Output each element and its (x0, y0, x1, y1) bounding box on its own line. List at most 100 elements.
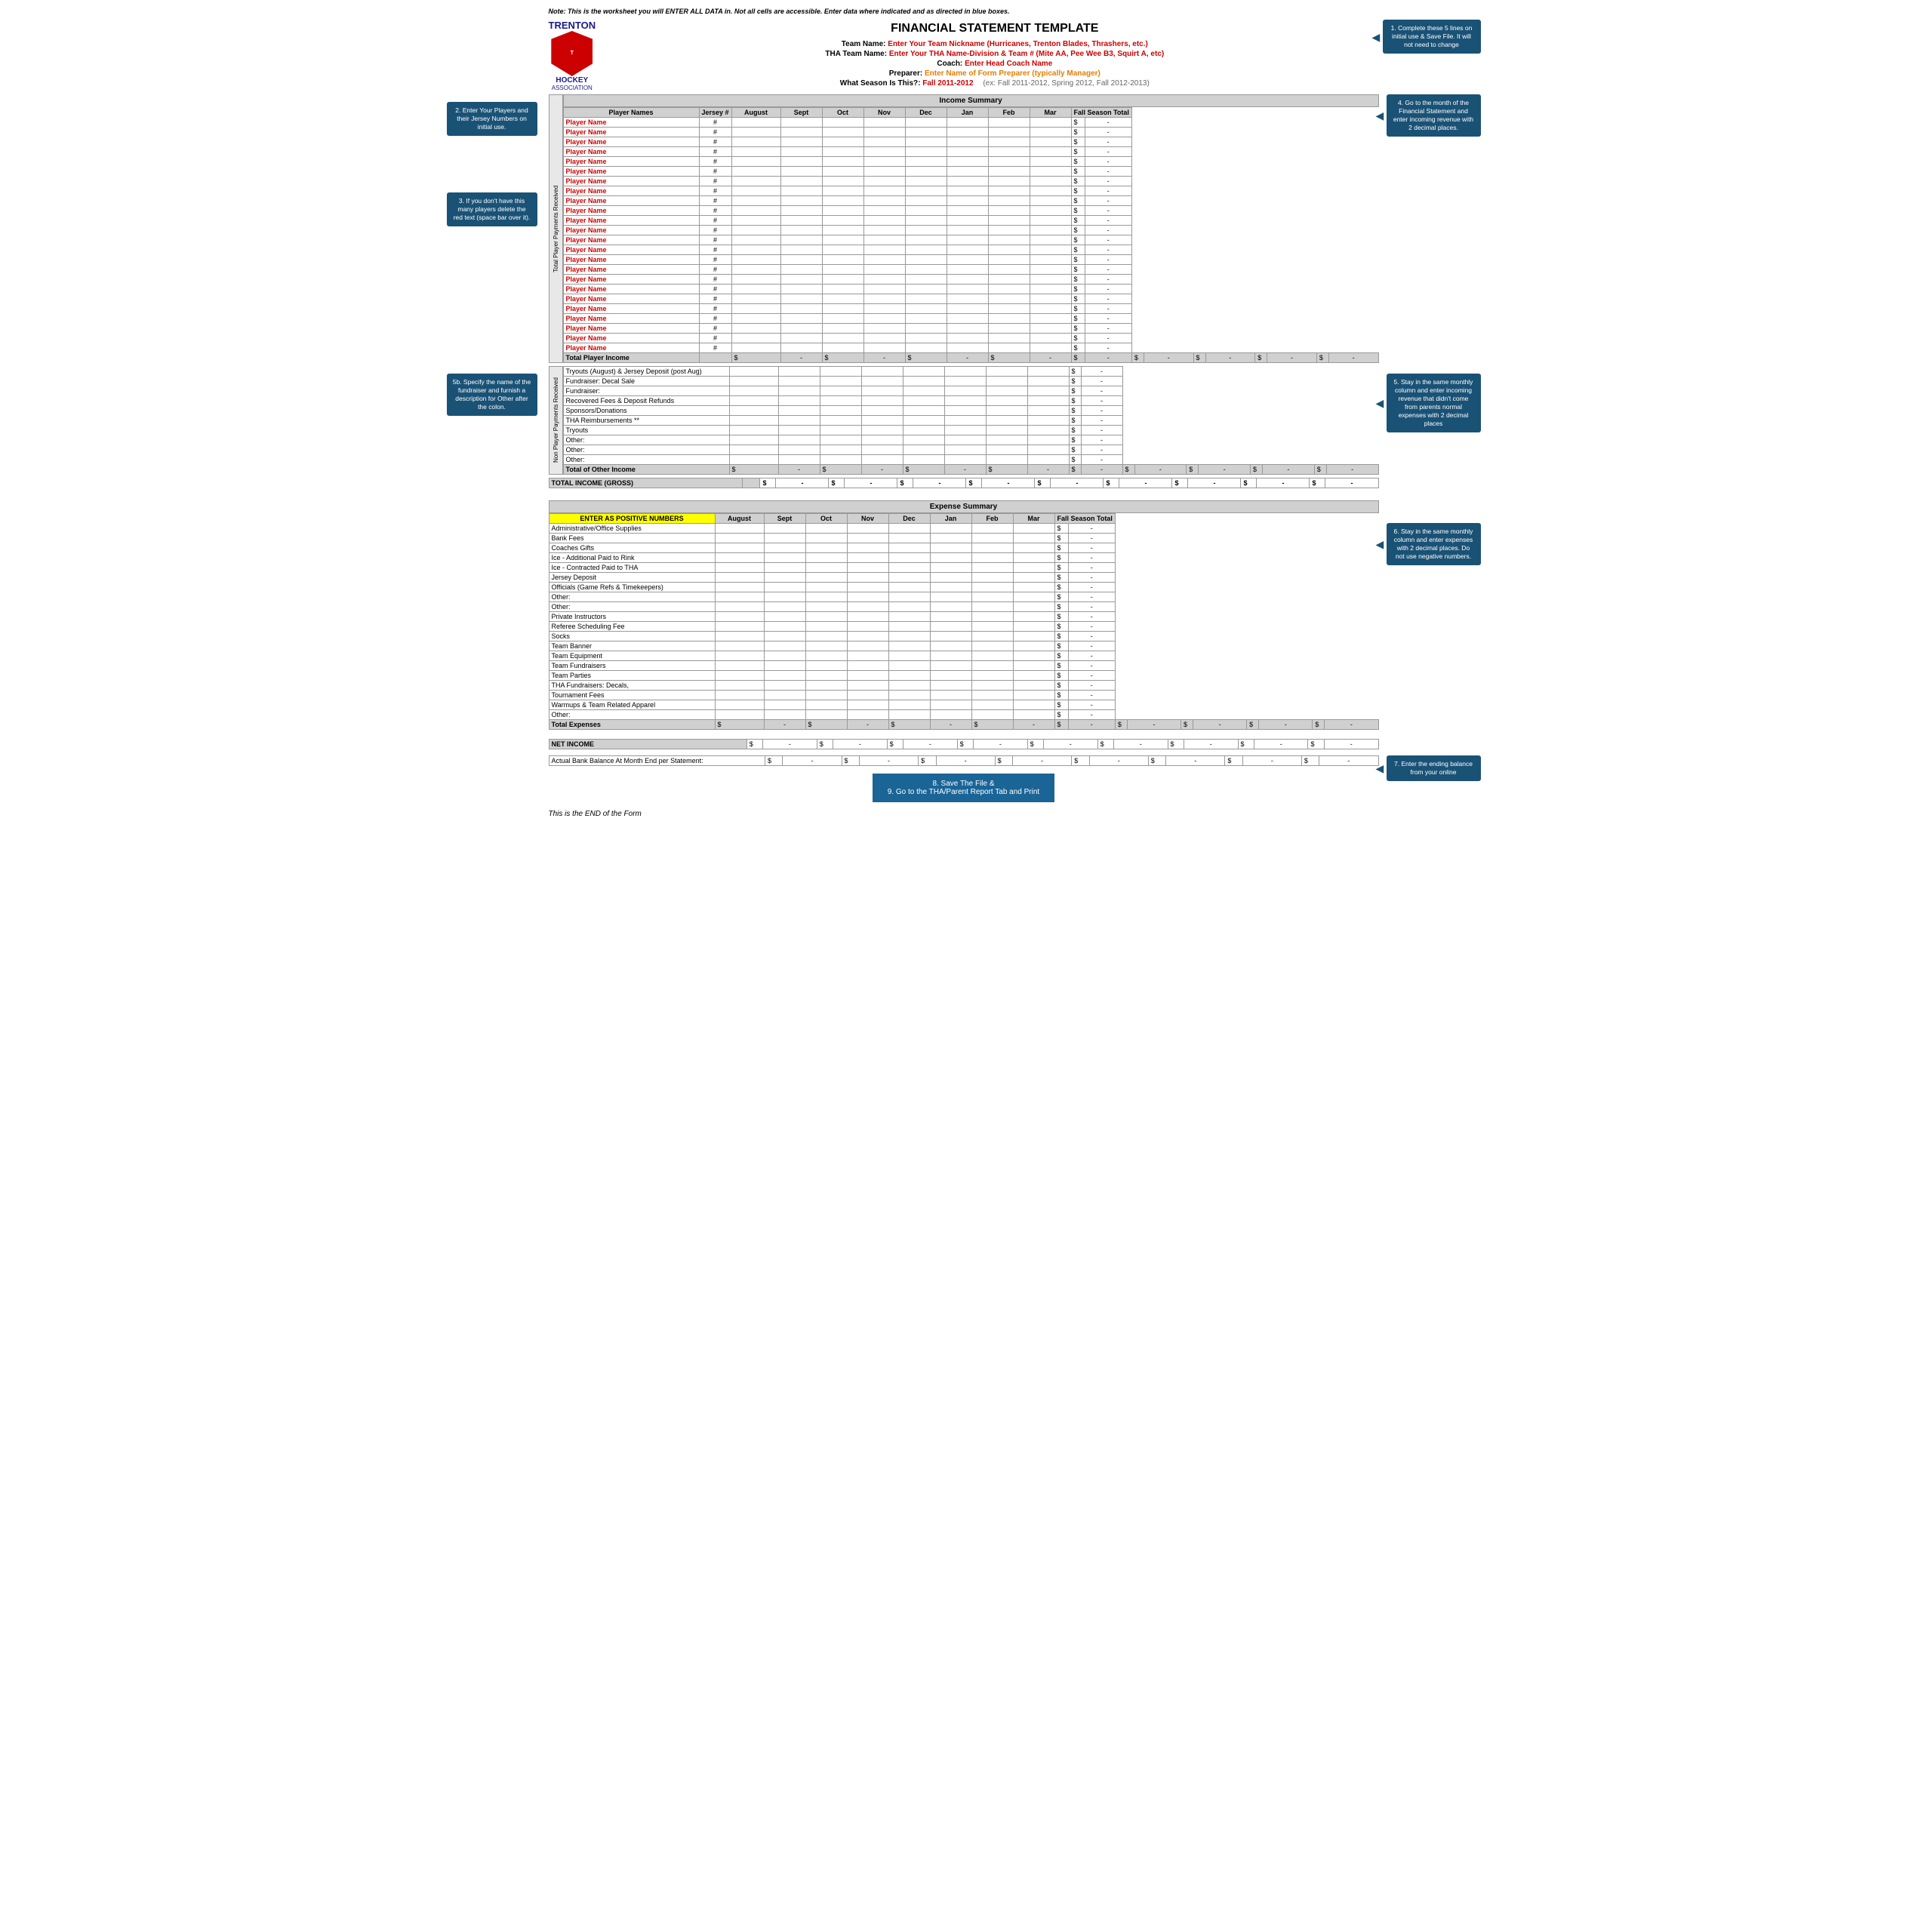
exp-sep[interactable] (764, 534, 805, 543)
other-jan[interactable] (944, 435, 986, 445)
feb-cell[interactable] (988, 324, 1030, 334)
sep-cell[interactable] (780, 255, 822, 265)
oct-cell[interactable] (822, 275, 863, 285)
exp-feb[interactable] (971, 534, 1013, 543)
dec-cell[interactable] (905, 285, 947, 294)
exp-oct[interactable] (805, 691, 847, 700)
sep-cell[interactable] (780, 186, 822, 196)
exp-mar[interactable] (1013, 543, 1054, 553)
oct-cell[interactable] (822, 167, 863, 177)
exp-dec[interactable] (888, 592, 930, 602)
exp-oct[interactable] (805, 622, 847, 632)
feb-cell[interactable] (988, 137, 1030, 147)
exp-aug[interactable] (715, 710, 764, 720)
other-oct[interactable] (820, 426, 861, 435)
aug-cell[interactable] (731, 235, 780, 245)
sep-cell[interactable] (780, 167, 822, 177)
exp-mar[interactable] (1013, 592, 1054, 602)
other-jan[interactable] (944, 416, 986, 426)
exp-jan[interactable] (930, 661, 971, 671)
aug-cell[interactable] (731, 304, 780, 314)
feb-cell[interactable] (988, 294, 1030, 304)
exp-dec[interactable] (888, 632, 930, 641)
exp-aug[interactable] (715, 592, 764, 602)
sep-cell[interactable] (780, 334, 822, 343)
mar-cell[interactable] (1030, 167, 1071, 177)
other-aug[interactable] (729, 377, 778, 386)
other-nov[interactable] (861, 406, 903, 416)
exp-nov[interactable] (847, 661, 888, 671)
sep-cell[interactable] (780, 216, 822, 226)
exp-mar[interactable] (1013, 524, 1054, 534)
exp-mar[interactable] (1013, 553, 1054, 563)
feb-cell[interactable] (988, 334, 1030, 343)
exp-feb[interactable] (971, 543, 1013, 553)
jan-cell[interactable] (947, 304, 988, 314)
mar-cell[interactable] (1030, 137, 1071, 147)
sep-cell[interactable] (780, 314, 822, 324)
exp-sep[interactable] (764, 583, 805, 592)
exp-jan[interactable] (930, 583, 971, 592)
nov-cell[interactable] (863, 177, 905, 186)
exp-mar[interactable] (1013, 700, 1054, 710)
oct-cell[interactable] (822, 216, 863, 226)
mar-cell[interactable] (1030, 206, 1071, 216)
other-jan[interactable] (944, 386, 986, 396)
exp-aug[interactable] (715, 573, 764, 583)
other-feb[interactable] (986, 367, 1027, 377)
exp-oct[interactable] (805, 700, 847, 710)
exp-feb[interactable] (971, 681, 1013, 691)
exp-sep[interactable] (764, 651, 805, 661)
mar-cell[interactable] (1030, 147, 1071, 157)
mar-cell[interactable] (1030, 196, 1071, 206)
oct-cell[interactable] (822, 137, 863, 147)
other-dec[interactable] (903, 416, 944, 426)
exp-jan[interactable] (930, 651, 971, 661)
feb-cell[interactable] (988, 245, 1030, 255)
sep-cell[interactable] (780, 324, 822, 334)
other-feb[interactable] (986, 435, 1027, 445)
exp-mar[interactable] (1013, 651, 1054, 661)
exp-nov[interactable] (847, 524, 888, 534)
exp-nov[interactable] (847, 543, 888, 553)
exp-sep[interactable] (764, 710, 805, 720)
dec-cell[interactable] (905, 216, 947, 226)
exp-oct[interactable] (805, 632, 847, 641)
sep-cell[interactable] (780, 206, 822, 216)
other-jan[interactable] (944, 445, 986, 455)
aug-cell[interactable] (731, 118, 780, 128)
mar-cell[interactable] (1030, 245, 1071, 255)
exp-nov[interactable] (847, 671, 888, 681)
jan-cell[interactable] (947, 334, 988, 343)
other-nov[interactable] (861, 416, 903, 426)
mar-cell[interactable] (1030, 285, 1071, 294)
dec-cell[interactable] (905, 137, 947, 147)
exp-dec[interactable] (888, 612, 930, 622)
dec-cell[interactable] (905, 147, 947, 157)
dec-cell[interactable] (905, 343, 947, 353)
sep-cell[interactable] (780, 275, 822, 285)
exp-feb[interactable] (971, 622, 1013, 632)
other-oct[interactable] (820, 367, 861, 377)
exp-jan[interactable] (930, 543, 971, 553)
aug-cell[interactable] (731, 216, 780, 226)
exp-mar[interactable] (1013, 602, 1054, 612)
nov-cell[interactable] (863, 216, 905, 226)
mar-cell[interactable] (1030, 255, 1071, 265)
other-dec[interactable] (903, 445, 944, 455)
jan-cell[interactable] (947, 294, 988, 304)
exp-sep[interactable] (764, 661, 805, 671)
exp-dec[interactable] (888, 583, 930, 592)
nov-cell[interactable] (863, 157, 905, 167)
other-feb[interactable] (986, 455, 1027, 465)
feb-cell[interactable] (988, 206, 1030, 216)
aug-cell[interactable] (731, 314, 780, 324)
other-mar[interactable] (1027, 455, 1069, 465)
aug-cell[interactable] (731, 275, 780, 285)
jan-cell[interactable] (947, 147, 988, 157)
exp-nov[interactable] (847, 602, 888, 612)
exp-mar[interactable] (1013, 661, 1054, 671)
other-feb[interactable] (986, 416, 1027, 426)
dec-cell[interactable] (905, 334, 947, 343)
other-aug[interactable] (729, 396, 778, 406)
